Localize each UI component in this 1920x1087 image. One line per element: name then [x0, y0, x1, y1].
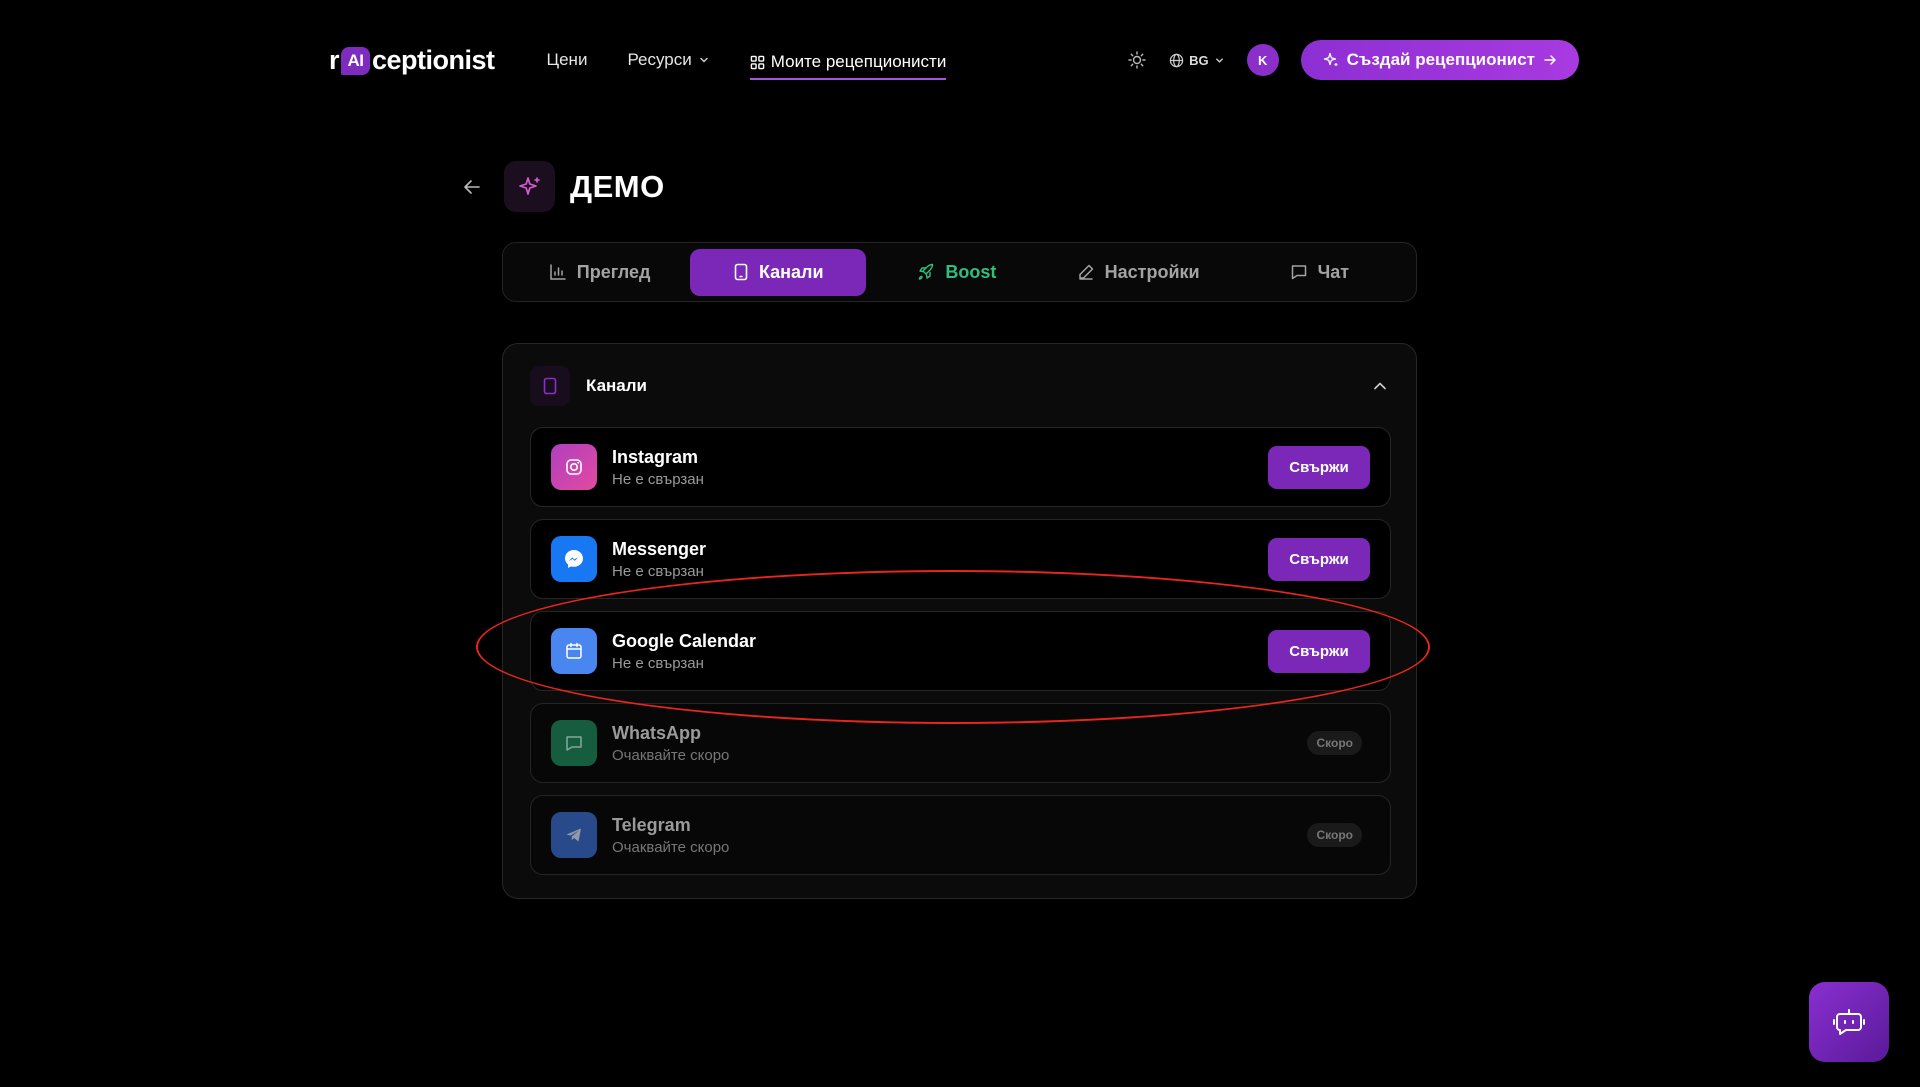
globe-icon [1169, 53, 1184, 67]
chevron-down-icon [1215, 57, 1223, 63]
sun-icon[interactable] [1127, 50, 1147, 70]
tab-chat[interactable]: Чат [1229, 249, 1410, 296]
tab-label: Канали [758, 261, 824, 282]
nav-link-label: Моите рецепционисти [770, 52, 947, 71]
channel-status: Не е свързан [612, 562, 704, 580]
language-selector[interactable]: BG [1169, 53, 1225, 68]
channel-row-instagram: Instagram Не е свързан Свържи [530, 427, 1391, 507]
chevron-down-icon [700, 57, 708, 63]
channels-card-header[interactable]: Канали [530, 366, 1389, 406]
tab-overview[interactable]: Преглед [509, 249, 690, 296]
tablet-icon [530, 366, 570, 406]
telegram-icon [551, 812, 597, 858]
calendar-icon [551, 628, 597, 674]
create-receptionist-button[interactable]: Създай рецепционист [1300, 40, 1579, 80]
nav-links: Цени Ресурси Моите рецепционисти [547, 40, 947, 80]
logo-ai-bubble: AI [341, 47, 371, 75]
tab-label: Преглед [576, 261, 651, 282]
channel-text: Instagram Не е свързан [612, 447, 704, 488]
nav-link-label: Цени [546, 50, 588, 69]
channel-name: Messenger [612, 538, 707, 559]
instagram-icon [551, 444, 597, 490]
channel-list: Instagram Не е свързан Свържи Messenger … [530, 427, 1391, 887]
channel-row-whatsapp: WhatsApp Очаквайте скоро Скоро [530, 703, 1391, 783]
channel-status: Очаквайте скоро [612, 746, 730, 764]
channel-name: Telegram [612, 814, 691, 835]
nav-link-my-receptionists[interactable]: Моите рецепционисти [749, 46, 947, 80]
pencil-icon [1078, 264, 1093, 280]
coming-soon-badge: Скоро [1307, 731, 1362, 755]
channel-text: Messenger Не е свързан [612, 539, 706, 580]
sparkles-icon [518, 176, 540, 195]
message-icon [1291, 265, 1306, 280]
page-header: ДЕМО [460, 161, 665, 212]
chat-icon [551, 720, 597, 766]
arrow-right-icon [1544, 55, 1556, 65]
messenger-icon [551, 536, 597, 582]
channel-status: Не е свързан [612, 470, 704, 488]
page-title: ДЕМО [570, 168, 665, 204]
top-navbar: r AI ceptionist Цени Ресурси Моите рецеп… [329, 40, 1579, 80]
rocket-icon [919, 263, 934, 280]
coming-soon-badge: Скоро [1307, 823, 1362, 847]
bar-chart-icon [550, 264, 566, 280]
channel-name: Google Calendar [612, 630, 757, 651]
logo-suffix: ceptionist [372, 44, 495, 75]
connect-google-calendar-button[interactable]: Свържи [1268, 629, 1370, 673]
sparkles-icon [1323, 52, 1338, 66]
chat-bot-button[interactable] [1809, 982, 1889, 1062]
channel-text: Telegram Очаквайте скоро [612, 815, 729, 856]
channel-row-telegram: Telegram Очаквайте скоро Скоро [530, 795, 1391, 875]
channel-name: WhatsApp [612, 722, 701, 743]
channels-card: Канали Instagram Не е свързан Свържи Mes… [502, 343, 1417, 899]
back-arrow-icon[interactable] [460, 175, 484, 199]
chevron-up-icon[interactable] [1371, 377, 1389, 395]
channel-row-google-calendar: Google Calendar Не е свързан Свържи [530, 611, 1391, 691]
tab-label: Boost [945, 261, 997, 282]
tablet-icon [734, 263, 748, 281]
tab-boost[interactable]: Boost [866, 249, 1047, 296]
tab-bar: Преглед Канали Boost Настройки Чат [502, 242, 1417, 302]
tab-channels[interactable]: Канали [690, 248, 867, 296]
nav-link-label: Ресурси [627, 50, 692, 69]
logo-prefix: r [329, 44, 340, 75]
channel-row-messenger: Messenger Не е свързан Свържи [530, 519, 1391, 599]
create-receptionist-label: Създай рецепционист [1346, 50, 1535, 69]
nav-right: BG K Създай рецепционист [1127, 40, 1579, 80]
logo[interactable]: r AI ceptionist [329, 45, 495, 76]
connect-instagram-button[interactable]: Свържи [1268, 445, 1370, 489]
grid-icon [750, 55, 765, 69]
tab-settings[interactable]: Настройки [1048, 249, 1229, 296]
language-code: BG [1189, 52, 1209, 68]
nav-link-pricing[interactable]: Цени [547, 40, 588, 80]
receptionist-avatar [504, 161, 555, 212]
channel-name: Instagram [612, 446, 699, 467]
tab-label: Настройки [1104, 261, 1200, 282]
card-title: Канали [586, 376, 648, 395]
connect-messenger-button[interactable]: Свържи [1268, 537, 1370, 581]
tab-label: Чат [1317, 261, 1350, 282]
channel-status: Не е свързан [612, 654, 704, 672]
channel-text: WhatsApp Очаквайте скоро [612, 723, 729, 764]
bot-icon [1833, 1009, 1865, 1035]
avatar[interactable]: K [1246, 44, 1279, 76]
channel-text: Google Calendar Не е свързан [612, 631, 756, 672]
channel-status: Очаквайте скоро [612, 838, 730, 856]
nav-link-resources[interactable]: Ресурси [627, 40, 709, 80]
